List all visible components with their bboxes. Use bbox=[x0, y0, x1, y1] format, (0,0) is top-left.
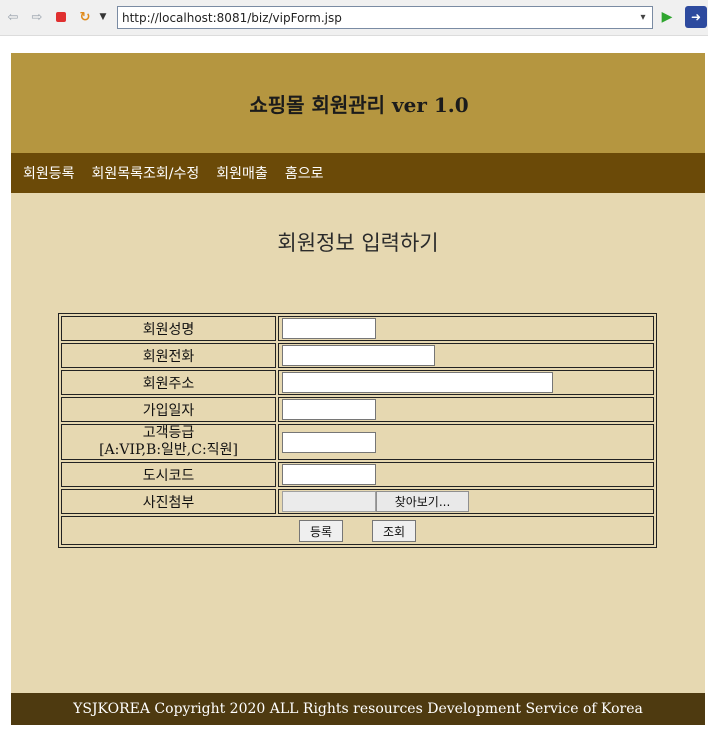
city-code-input[interactable] bbox=[282, 464, 376, 485]
address-label: 회원주소 bbox=[61, 370, 276, 395]
nav-item-register[interactable]: 회원등록 bbox=[23, 163, 75, 183]
back-arrow-icon[interactable]: ⇦ bbox=[4, 8, 22, 26]
site-title: 쇼핑몰 회원관리 ver 1.0 bbox=[249, 92, 469, 117]
grade-label: 고객등급 [A:VIP,B:일반,C:직원] bbox=[61, 424, 276, 460]
chevron-down-icon[interactable]: ▾ bbox=[634, 12, 652, 23]
join-date-label: 가입일자 bbox=[61, 397, 276, 422]
site-footer: YSJKOREA Copyright 2020 ALL Rights resou… bbox=[11, 693, 705, 725]
history-dropdown-icon[interactable]: ▼ bbox=[96, 8, 110, 26]
grade-label-hint: [A:VIP,B:일반,C:직원] bbox=[99, 442, 238, 458]
name-input[interactable] bbox=[282, 318, 376, 339]
address-bar[interactable]: ▾ bbox=[117, 6, 653, 29]
main-nav: 회원등록 회원목록조회/수정 회원매출 홈으로 bbox=[11, 153, 705, 193]
go-arrow-icon[interactable]: ▶ bbox=[658, 8, 676, 26]
form-row-name: 회원성명 bbox=[61, 316, 654, 341]
search-button[interactable]: 조회 bbox=[371, 520, 417, 542]
photo-label: 사진첨부 bbox=[61, 489, 276, 514]
grade-label-title: 고객등급 bbox=[142, 425, 195, 441]
extension-icon[interactable]: ➜ bbox=[685, 6, 707, 28]
member-form-table: 회원성명 회원전화 회원주소 가입일자 고객등급 [A:VIP,B:일반,C:직… bbox=[58, 313, 657, 548]
browser-toolbar: ⇦ ⇨ ↻ ▼ ▾ ▶ ➜ bbox=[0, 0, 708, 36]
url-input[interactable] bbox=[118, 7, 634, 28]
city-label: 도시코드 bbox=[61, 462, 276, 487]
join-date-input[interactable] bbox=[282, 399, 376, 420]
name-label: 회원성명 bbox=[61, 316, 276, 341]
form-row-address: 회원주소 bbox=[61, 370, 654, 395]
photo-file-input[interactable]: 찾아보기... bbox=[282, 491, 650, 512]
file-path-field[interactable] bbox=[282, 491, 376, 512]
form-row-join-date: 가입일자 bbox=[61, 397, 654, 422]
page-heading: 회원정보 입력하기 bbox=[277, 231, 439, 255]
form-row-phone: 회원전화 bbox=[61, 343, 654, 368]
register-button[interactable]: 등록 bbox=[298, 520, 344, 542]
page-frame: 쇼핑몰 회원관리 ver 1.0 회원등록 회원목록조회/수정 회원매출 홈으로… bbox=[11, 53, 705, 725]
form-row-city: 도시코드 bbox=[61, 462, 654, 487]
phone-input[interactable] bbox=[282, 345, 435, 366]
site-header: 쇼핑몰 회원관리 ver 1.0 bbox=[11, 53, 705, 153]
form-row-photo: 사진첨부 찾아보기... bbox=[61, 489, 654, 514]
forward-arrow-icon[interactable]: ⇨ bbox=[28, 8, 46, 26]
form-row-grade: 고객등급 [A:VIP,B:일반,C:직원] bbox=[61, 424, 654, 460]
reload-icon[interactable]: ↻ bbox=[76, 8, 94, 26]
form-row-actions: 등록 조회 bbox=[61, 516, 654, 545]
nav-item-sales[interactable]: 회원매출 bbox=[216, 163, 268, 183]
phone-label: 회원전화 bbox=[61, 343, 276, 368]
browse-button[interactable]: 찾아보기... bbox=[376, 491, 469, 512]
stop-icon[interactable] bbox=[52, 8, 70, 26]
nav-item-member-list[interactable]: 회원목록조회/수정 bbox=[92, 163, 200, 183]
main-content: 회원정보 입력하기 회원성명 회원전화 회원주소 가입일자 고객등급 [A:VI… bbox=[11, 193, 705, 693]
copyright-text: YSJKOREA Copyright 2020 ALL Rights resou… bbox=[73, 701, 643, 717]
address-input[interactable] bbox=[282, 372, 553, 393]
grade-input[interactable] bbox=[282, 431, 376, 453]
nav-item-home[interactable]: 홈으로 bbox=[285, 163, 324, 183]
